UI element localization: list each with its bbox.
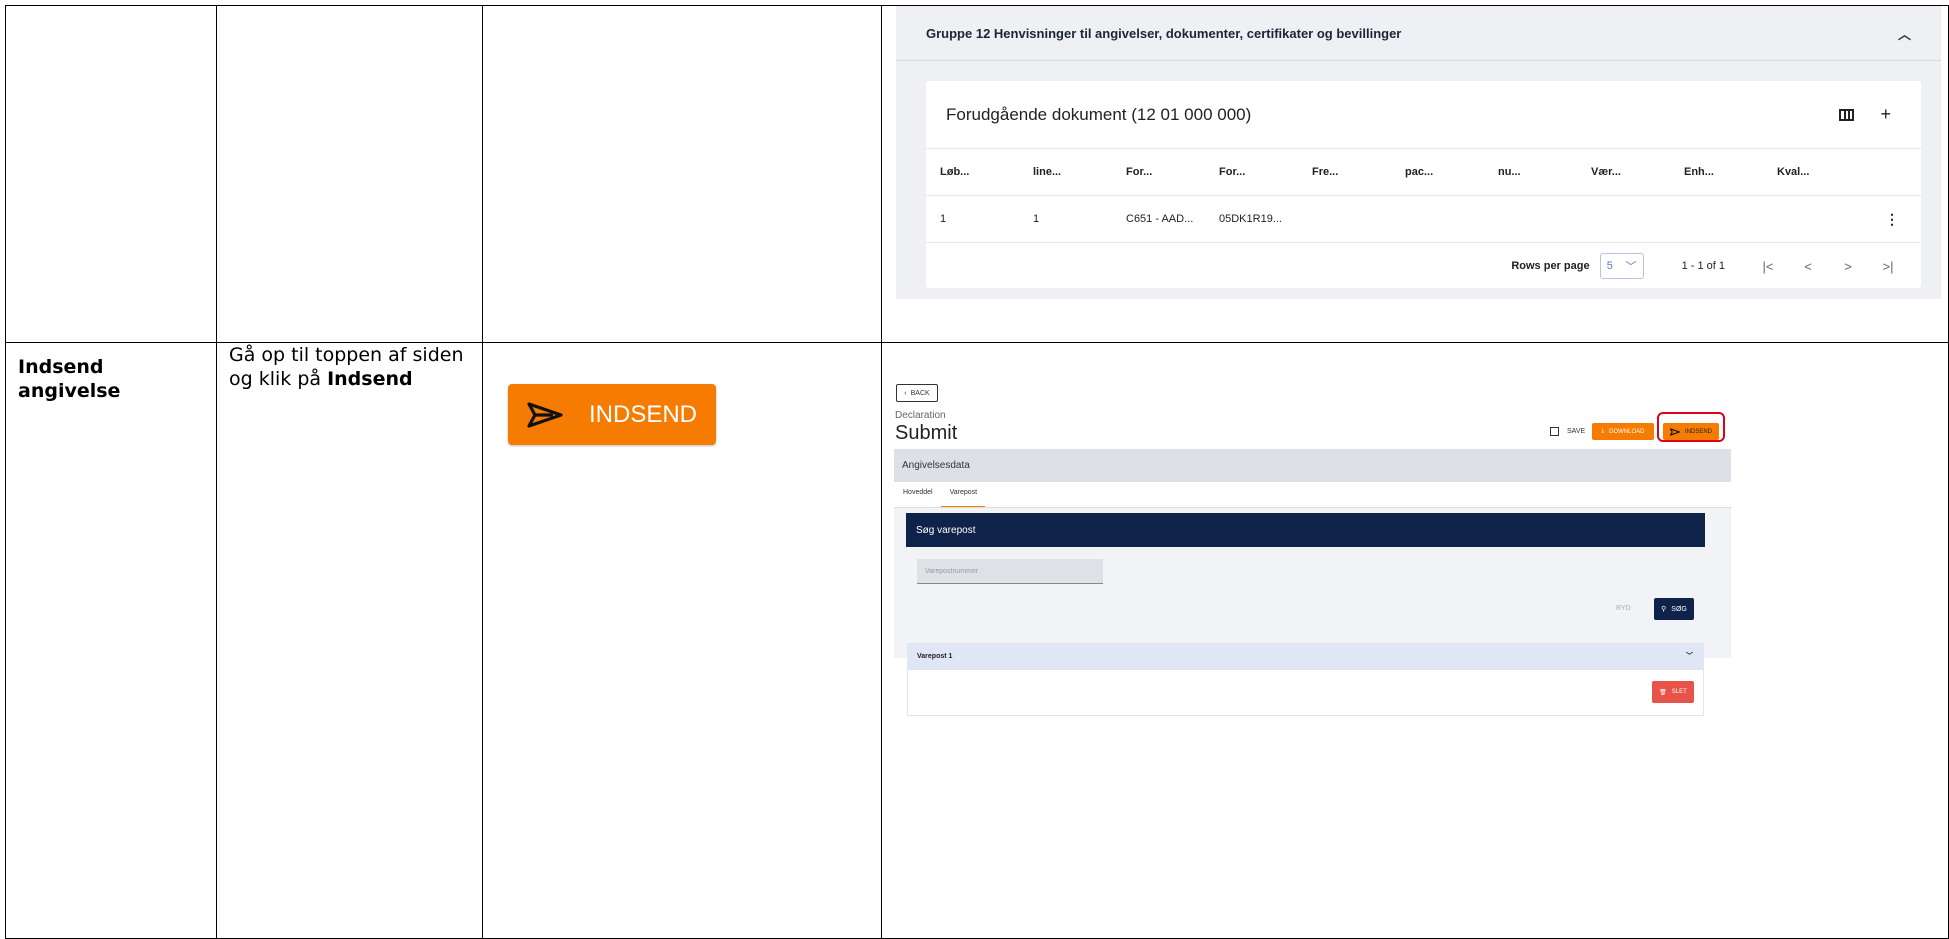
save-icon xyxy=(1550,427,1559,436)
column-header[interactable]: Vær... xyxy=(1577,166,1670,178)
send-icon xyxy=(527,401,563,428)
table-row: Indsend angivelse Gå op til toppen af si… xyxy=(5,342,1949,939)
search-header: Søg varepost xyxy=(906,513,1705,547)
step-instruction-cell: Gå op til toppen af siden og klik på Ind… xyxy=(216,342,483,939)
download-icon: ⤓ xyxy=(1601,428,1605,434)
rows-per-page-select[interactable]: 5 ﹀ xyxy=(1599,253,1644,279)
trash-icon: 🗑 xyxy=(1659,689,1667,696)
column-header[interactable]: pac... xyxy=(1391,166,1484,178)
instruction-table: Gruppe 12 Henvisninger til angivelser, d… xyxy=(5,5,1949,939)
submit-page-screenshot: ‹ BACK Declaration Submit SAVE ⤓ DOWNLOA… xyxy=(882,343,1942,753)
step-name: Indsend angivelse xyxy=(18,356,121,402)
prev-page-icon[interactable]: < xyxy=(1793,259,1823,274)
add-icon[interactable]: + xyxy=(1880,104,1891,125)
varepost-label: Varepost 1 xyxy=(917,652,953,660)
chevron-down-icon: ﹀ xyxy=(1625,261,1637,273)
download-button[interactable]: ⤓ DOWNLOAD xyxy=(1592,423,1654,440)
grid-cell: 05DK1R19... xyxy=(1219,213,1282,225)
group-12-screenshot: Gruppe 12 Henvisninger til angivelser, d… xyxy=(896,6,1941,299)
table-row: Gruppe 12 Henvisninger til angivelser, d… xyxy=(5,5,1949,343)
step-screenshot-cell: ‹ BACK Declaration Submit SAVE ⤓ DOWNLOA… xyxy=(881,342,1949,939)
varepost-accordion[interactable]: Varepost 1 ﹀ xyxy=(907,643,1704,669)
step-button-cell xyxy=(482,5,882,343)
rows-per-page-label: Rows per page xyxy=(1511,260,1590,272)
grid-header-row: Løb... line... For... For... Fre... pac.… xyxy=(926,149,1921,196)
card-title: Forudgående dokument (12 01 000 000) xyxy=(946,104,1252,124)
column-header[interactable]: Løb... xyxy=(926,166,1019,178)
highlight-ring xyxy=(1657,412,1725,442)
step-instruction: Gå op til toppen af siden og klik på Ind… xyxy=(217,343,482,391)
declaration-label: Declaration xyxy=(895,410,946,421)
card-actions: + xyxy=(1839,104,1891,125)
delete-button[interactable]: 🗑 SLET xyxy=(1652,681,1694,703)
tabs: Hoveddel Varepost xyxy=(894,483,1731,508)
indsend-label: INDSEND xyxy=(588,400,697,428)
back-button[interactable]: ‹ BACK xyxy=(896,384,938,402)
columns-icon[interactable] xyxy=(1839,108,1855,121)
save-button[interactable]: SAVE xyxy=(1550,427,1585,436)
table-row[interactable]: 1 1 C651 - AAD... 05DK1R19... ⋮ xyxy=(926,196,1921,243)
next-page-icon[interactable]: > xyxy=(1833,259,1863,274)
varepost-body: 🗑 SLET xyxy=(907,669,1704,716)
column-header[interactable]: Fre... xyxy=(1298,166,1391,178)
save-label: SAVE xyxy=(1567,428,1586,435)
chevron-up-icon[interactable]: ︿ xyxy=(1898,24,1911,43)
step-screenshot-cell: Gruppe 12 Henvisninger til angivelser, d… xyxy=(881,5,1949,343)
tab-hoveddel[interactable]: Hoveddel xyxy=(894,483,941,507)
grid-cell: 1 xyxy=(940,213,947,225)
column-header[interactable]: For... xyxy=(1205,166,1298,178)
more-options-icon[interactable]: ⋮ xyxy=(1885,211,1921,228)
step-name-cell xyxy=(5,5,217,343)
pagination: Rows per page 5 ﹀ 1 - 1 of 1 |< < > >| xyxy=(926,243,1921,289)
page-range: 1 - 1 of 1 xyxy=(1681,260,1725,272)
step-button-cell: INDSEND xyxy=(482,342,882,939)
indsend-button-large: INDSEND xyxy=(508,384,716,445)
clear-button[interactable]: RYD xyxy=(1616,605,1631,612)
page-title: Submit xyxy=(895,422,958,444)
card-title-row: Forudgående dokument (12 01 000 000) + xyxy=(926,81,1921,149)
step-name-cell: Indsend angivelse xyxy=(5,342,217,939)
first-page-icon[interactable]: |< xyxy=(1753,259,1783,274)
step-name xyxy=(6,6,216,10)
tab-varepost[interactable]: Varepost xyxy=(940,483,986,507)
chevron-left-icon: ‹ xyxy=(904,389,907,397)
grid-cell: C651 - AAD... xyxy=(1126,213,1194,225)
search-label: SØG xyxy=(1671,605,1687,613)
chevron-down-icon[interactable]: ﹀ xyxy=(1686,651,1693,661)
step-instruction-cell xyxy=(216,5,483,343)
grid-cell: 1 xyxy=(1033,213,1040,225)
back-label: BACK xyxy=(910,389,930,397)
instruction-bold-text: Indsend xyxy=(327,368,413,390)
column-header[interactable]: nu... xyxy=(1484,166,1577,178)
search-icon: ⚲ xyxy=(1661,606,1667,613)
search-button[interactable]: ⚲ SØG xyxy=(1654,598,1694,620)
preceding-document-card: Forudgående dokument (12 01 000 000) + L… xyxy=(926,81,1921,288)
varepost-number-input[interactable]: Varepostnummer xyxy=(917,559,1103,584)
section-header: Angivelsesdata xyxy=(894,449,1731,482)
column-header[interactable]: Enh... xyxy=(1670,166,1763,178)
search-panel: Søg varepost Varepostnummer RYD ⚲ SØG xyxy=(894,508,1731,658)
column-header[interactable]: line... xyxy=(1019,166,1112,178)
download-label: DOWNLOAD xyxy=(1609,428,1645,435)
column-header[interactable]: Kval... xyxy=(1763,166,1856,178)
step-instruction xyxy=(217,6,482,10)
group-header-title: Gruppe 12 Henvisninger til angivelser, d… xyxy=(926,25,1402,41)
last-page-icon[interactable]: >| xyxy=(1873,259,1903,274)
rows-per-page-value: 5 xyxy=(1606,260,1613,272)
column-header[interactable]: For... xyxy=(1112,166,1205,178)
group-header[interactable]: Gruppe 12 Henvisninger til angivelser, d… xyxy=(896,6,1941,61)
delete-label: SLET xyxy=(1671,689,1687,695)
